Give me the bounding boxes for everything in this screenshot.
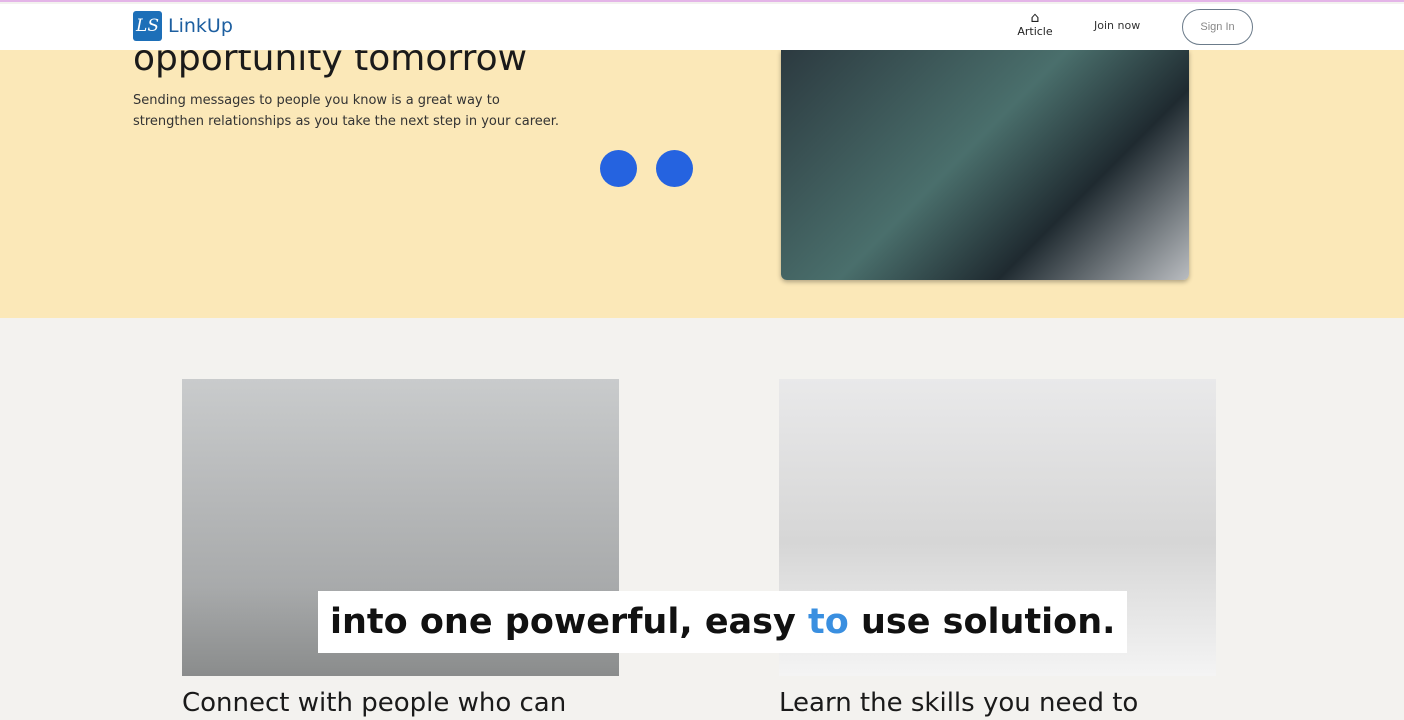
card-title-connect: Connect with people who can [182, 688, 567, 718]
carousel-dot[interactable] [600, 150, 637, 187]
hero-photo [781, 50, 1189, 280]
caption-text-end: use solution. [848, 602, 1116, 642]
logo[interactable]: LS LinkUp [133, 11, 233, 41]
caption-highlight: to [808, 602, 849, 642]
hero-section: opportunity tomorrow Sending messages to… [0, 38, 1404, 318]
home-icon: ⌂ [1030, 10, 1040, 26]
nav-article-label: Article [1017, 25, 1053, 38]
video-caption: into one powerful, easy to use solution. [318, 591, 1128, 653]
sign-in-button[interactable]: Sign In [1182, 9, 1253, 45]
nav-article[interactable]: ⌂ Article [1016, 11, 1054, 38]
caption-text: into one powerful, easy [330, 602, 809, 642]
join-now-link[interactable]: Join now [1094, 19, 1140, 32]
brand-name: LinkUp [168, 15, 233, 37]
card-title-learn: Learn the skills you need to [779, 688, 1139, 718]
logo-mark-icon: LS [133, 11, 162, 41]
hero-subtitle: Sending messages to people you know is a… [133, 93, 560, 129]
carousel-dot[interactable] [656, 150, 693, 187]
top-nav: LS LinkUp ⌂ Article Join now Sign In [0, 4, 1404, 50]
